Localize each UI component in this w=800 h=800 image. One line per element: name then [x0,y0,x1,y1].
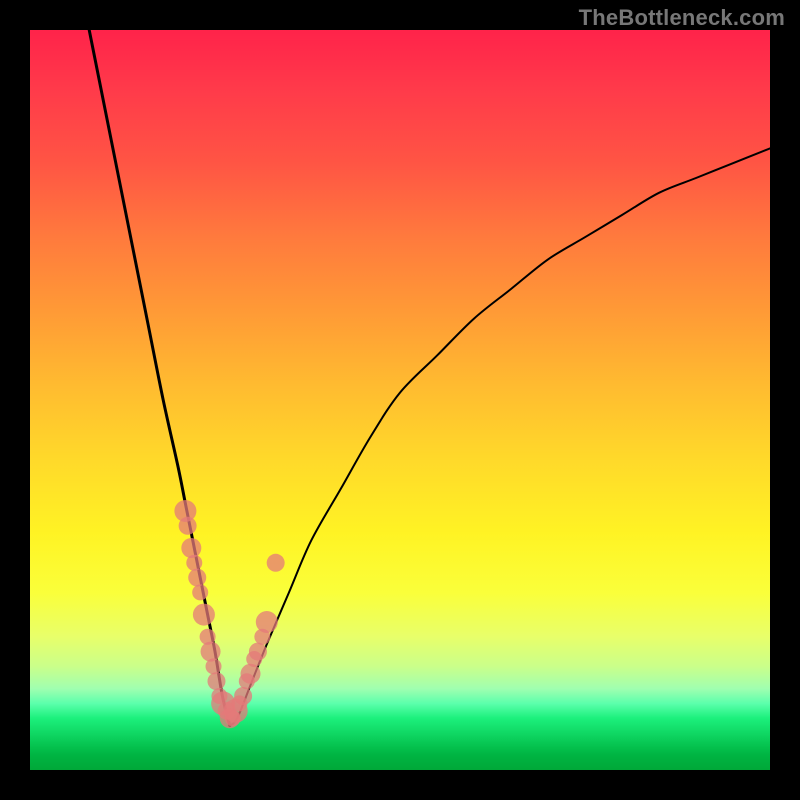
data-point [188,569,206,587]
chart-frame: TheBottleneck.com [0,0,800,800]
plot-area [30,30,770,770]
data-point [192,584,208,600]
data-point [207,672,225,690]
data-point [241,664,261,684]
data-point [267,554,285,572]
curve-layer [30,30,770,770]
data-point [256,611,278,633]
data-point [193,604,215,626]
data-point [234,687,252,705]
data-point [186,555,202,571]
watermark-text: TheBottleneck.com [579,5,785,31]
data-point [206,658,222,674]
data-point [179,517,197,535]
data-point [201,642,221,662]
curve-curve-right [230,148,770,725]
data-point [181,538,201,558]
data-point [249,643,267,661]
